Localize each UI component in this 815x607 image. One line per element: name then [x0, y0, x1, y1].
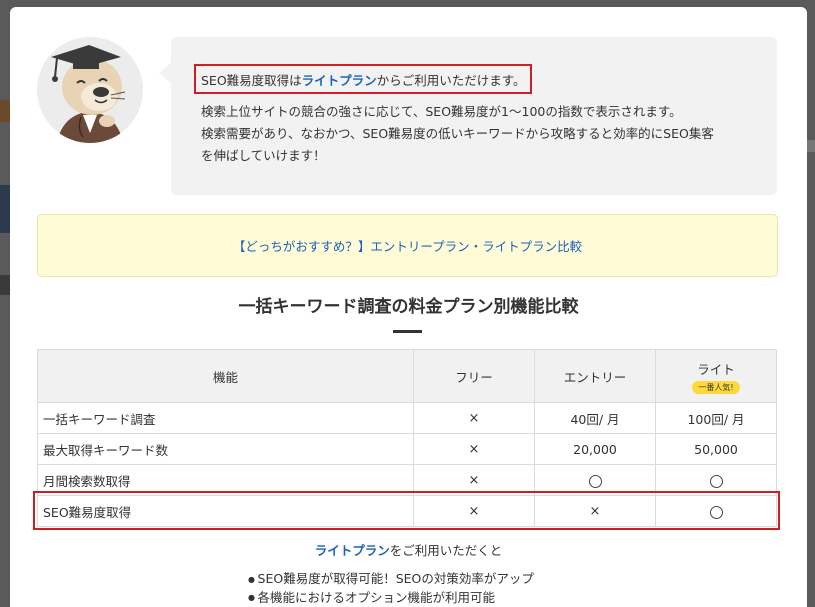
plan-comparison-table: 機能 フリー エントリー ライト 一番人気! 一括キーワード調査 × 40回/ … — [37, 349, 777, 527]
description-line: 検索需要があり、なおかつ、SEO難易度の低いキーワードから攻略すると効率的にSE… — [201, 123, 761, 145]
cta-suffix: をご利用いただくと — [390, 543, 503, 558]
entry-cell: 20,000 — [535, 434, 656, 465]
header-lite: ライト 一番人気! — [656, 350, 777, 403]
entry-cell: 40回/ 月 — [535, 403, 656, 434]
table-row: 月間検索数取得 × — [38, 465, 777, 496]
comparison-notice-box: 【どっちがおすすめ？】エントリープラン・ライトプラン比較 — [37, 214, 778, 277]
title-divider — [393, 330, 422, 333]
available-mark — [589, 475, 602, 488]
plan-comparison-link[interactable]: 【どっちがおすすめ？】エントリープラン・ライトプラン比較 — [233, 236, 582, 255]
list-item: SEO難易度が取得可能！SEOの対策効率がアップ — [248, 570, 534, 589]
free-cell: × — [414, 434, 535, 465]
available-mark — [710, 475, 723, 488]
feature-cell: 最大取得キーワード数 — [38, 434, 414, 465]
feature-description: 検索上位サイトの競合の強さに応じて、SEO難易度が1〜100の指数で表示されます… — [201, 101, 761, 167]
lite-cell: 50,000 — [656, 434, 777, 465]
feature-cell: SEO難易度取得 — [38, 496, 414, 527]
entry-cell — [535, 465, 656, 496]
header-free: フリー — [414, 350, 535, 403]
cta-text: ライトプランをご利用いただくと — [10, 540, 807, 559]
lite-plan-link[interactable]: ライトプラン — [302, 73, 377, 88]
background-page — [806, 140, 815, 152]
description-line: 検索上位サイトの競合の強さに応じて、SEO難易度が1〜100の指数で表示されます… — [201, 101, 761, 123]
free-cell: × — [414, 496, 535, 527]
header-feature: 機能 — [38, 350, 414, 403]
plan-modal: SEO難易度取得はライトプランからご利用いただけます。 検索上位サイトの競合の強… — [10, 7, 807, 607]
description-line: を伸ばしていけます！ — [201, 145, 761, 167]
lite-cell: 100回/ 月 — [656, 403, 777, 434]
feature-cell: 一括キーワード調査 — [38, 403, 414, 434]
speech-bubble: SEO難易度取得はライトプランからご利用いただけます。 検索上位サイトの競合の強… — [171, 37, 777, 195]
section-title: 一括キーワード調査の料金プラン別機能比較 — [10, 292, 807, 317]
available-mark — [710, 506, 723, 519]
lite-plan-cta-link[interactable]: ライトプラン — [315, 543, 390, 558]
list-item: 各機能におけるオプション機能が利用可能 — [248, 589, 534, 607]
popular-badge: 一番人気! — [692, 381, 739, 394]
entry-cell: × — [535, 496, 656, 527]
feature-cell: 月間検索数取得 — [38, 465, 414, 496]
headline-suffix: からご利用いただけます。 — [377, 73, 526, 88]
sea-otter-graduate-icon — [37, 37, 143, 143]
lite-cell — [656, 496, 777, 527]
free-cell: × — [414, 465, 535, 496]
table-row: SEO難易度取得 × × — [38, 496, 777, 527]
table-row: 一括キーワード調査 × 40回/ 月 100回/ 月 — [38, 403, 777, 434]
free-cell: × — [414, 403, 535, 434]
header-entry: エントリー — [535, 350, 656, 403]
lite-cell — [656, 465, 777, 496]
mascot-avatar — [37, 37, 143, 143]
benefits-list: SEO難易度が取得可能！SEOの対策効率がアップ 各機能におけるオプション機能が… — [248, 570, 534, 607]
table-row: 最大取得キーワード数 × 20,000 50,000 — [38, 434, 777, 465]
table-header-row: 機能 フリー エントリー ライト 一番人気! — [38, 350, 777, 403]
header-lite-label: ライト — [656, 359, 776, 378]
headline-prefix: SEO難易度取得は — [201, 73, 302, 88]
plan-requirement-notice: SEO難易度取得はライトプランからご利用いただけます。 — [194, 64, 532, 94]
